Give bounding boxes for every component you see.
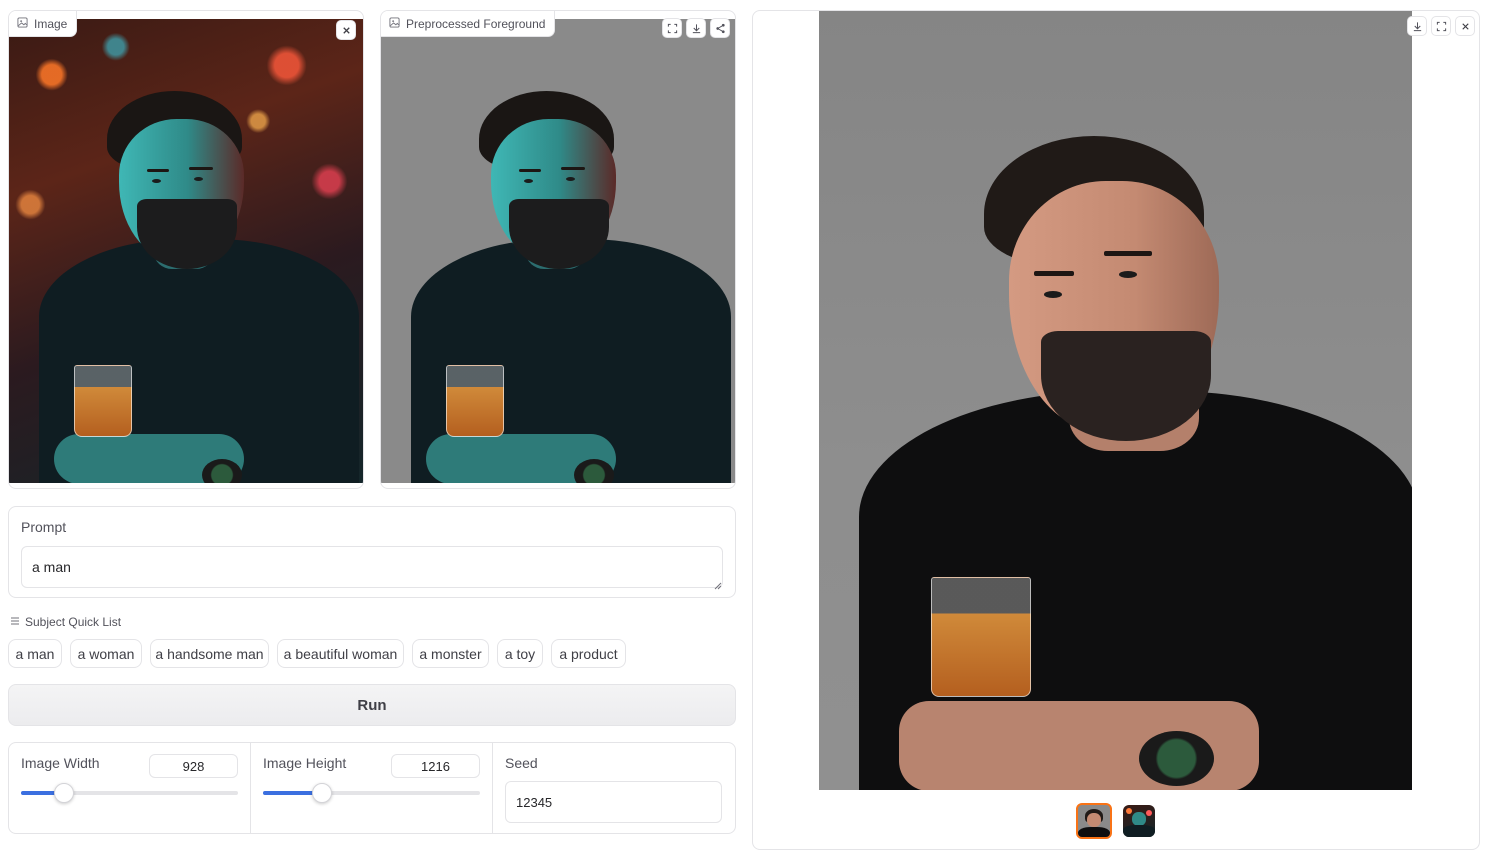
input-photo	[9, 19, 363, 483]
quick-item-label: a beautiful woman	[283, 645, 398, 662]
quick-item-a-handsome-man[interactable]: a handsome man	[150, 639, 269, 668]
close-icon[interactable]	[336, 20, 356, 40]
quick-item-label: a handsome man	[155, 645, 264, 662]
input-image-label: Image	[34, 16, 68, 31]
run-button[interactable]: Run	[8, 684, 736, 726]
close-icon[interactable]	[1455, 16, 1475, 36]
image-width-value: 928	[182, 758, 205, 774]
person-figure	[9, 19, 363, 483]
person-figure	[819, 11, 1412, 790]
foreground-photo	[381, 19, 735, 483]
foreground-label: Preprocessed Foreground	[406, 16, 546, 31]
list-icon	[10, 615, 20, 629]
quick-item-label: a toy	[504, 645, 536, 662]
quick-list-label: Subject Quick List	[25, 615, 122, 629]
image-width-block: Image Width 928	[9, 743, 251, 833]
run-button-label: Run	[357, 696, 387, 714]
prompt-block: Prompt a man	[8, 506, 736, 598]
resize-handle-icon[interactable]	[714, 577, 722, 590]
quick-list-header: Subject Quick List	[10, 615, 121, 629]
quick-item-a-beautiful-woman[interactable]: a beautiful woman	[277, 639, 404, 668]
thumbnail-result-original[interactable]	[1123, 805, 1155, 837]
share-icon[interactable]	[710, 18, 730, 38]
image-height-label: Image Height	[263, 755, 347, 771]
quick-item-a-toy[interactable]: a toy	[497, 639, 543, 668]
settings-row: Image Width 928 Image Height 1216 Seed 1…	[8, 742, 736, 834]
input-image-panel[interactable]: Image	[8, 10, 364, 489]
image-width-label: Image Width	[21, 755, 100, 771]
quick-item-label: a woman	[77, 645, 135, 662]
image-icon	[17, 16, 28, 31]
image-icon	[389, 16, 400, 31]
image-height-value: 1216	[421, 758, 450, 774]
seed-value: 12345	[516, 794, 553, 810]
fullscreen-icon[interactable]	[662, 18, 682, 38]
quick-item-label: a monster	[419, 645, 482, 662]
quick-item-a-man[interactable]: a man	[8, 639, 62, 668]
output-gallery	[752, 10, 1480, 850]
prompt-input[interactable]: a man	[21, 546, 723, 588]
quick-item-a-monster[interactable]: a monster	[412, 639, 489, 668]
download-icon[interactable]	[1407, 16, 1427, 36]
image-height-slider-thumb[interactable]	[312, 783, 332, 803]
download-icon[interactable]	[686, 18, 706, 38]
quick-item-label: a product	[559, 645, 618, 662]
image-height-input[interactable]: 1216	[391, 754, 480, 778]
fullscreen-icon[interactable]	[1431, 16, 1451, 36]
output-main-image[interactable]	[819, 11, 1412, 790]
image-width-slider-thumb[interactable]	[54, 783, 74, 803]
prompt-value: a man	[32, 559, 71, 575]
input-image-tag: Image	[9, 11, 78, 37]
image-height-block: Image Height 1216	[251, 743, 493, 833]
seed-block: Seed 12345	[493, 743, 735, 833]
foreground-panel: Preprocessed Foreground	[380, 10, 736, 489]
quick-item-label: a man	[15, 645, 55, 662]
foreground-tag: Preprocessed Foreground	[381, 11, 556, 37]
seed-label: Seed	[505, 755, 538, 771]
person-figure	[381, 19, 735, 483]
seed-input[interactable]: 12345	[505, 781, 722, 823]
prompt-label: Prompt	[21, 519, 67, 535]
thumbnail-result-grey[interactable]	[1076, 803, 1112, 839]
quick-item-a-woman[interactable]: a woman	[70, 639, 142, 668]
quick-item-a-product[interactable]: a product	[551, 639, 626, 668]
image-width-input[interactable]: 928	[149, 754, 238, 778]
